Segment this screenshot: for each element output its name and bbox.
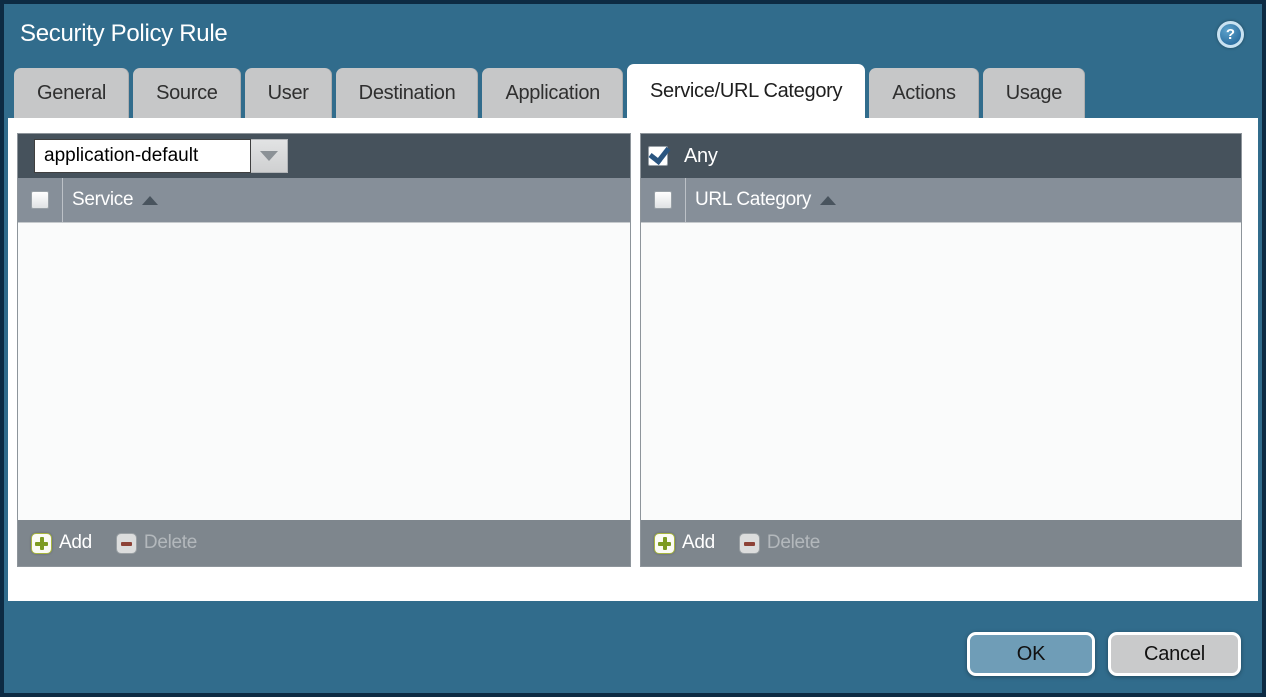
dialog-action-buttons: OK Cancel bbox=[967, 632, 1241, 676]
tab-bar: General Source User Destination Applicat… bbox=[14, 64, 1262, 118]
url-category-delete-label: Delete bbox=[767, 532, 820, 554]
service-column-header[interactable]: Service bbox=[72, 189, 158, 211]
url-category-add-button[interactable]: Add bbox=[654, 532, 715, 554]
service-panel: application-default Service bbox=[17, 133, 631, 567]
service-add-label: Add bbox=[59, 532, 92, 554]
url-category-select-all-cell bbox=[641, 178, 686, 222]
url-category-any-label: Any bbox=[684, 145, 718, 168]
tab-usage[interactable]: Usage bbox=[983, 68, 1085, 118]
service-table-header: Service bbox=[18, 178, 630, 223]
tab-application[interactable]: Application bbox=[482, 68, 623, 118]
url-category-panel: Any URL Category Add Delete bbox=[640, 133, 1242, 567]
service-type-dropdown-button[interactable] bbox=[251, 139, 288, 173]
minus-icon bbox=[116, 533, 137, 554]
service-delete-label: Delete bbox=[144, 532, 197, 554]
service-select-all-cell bbox=[18, 178, 63, 222]
service-select-all-checkbox[interactable] bbox=[31, 191, 49, 209]
service-type-dropdown[interactable]: application-default bbox=[34, 139, 288, 173]
tab-source[interactable]: Source bbox=[133, 68, 241, 118]
service-panel-header: application-default bbox=[18, 134, 630, 178]
url-category-delete-button[interactable]: Delete bbox=[739, 532, 820, 554]
url-category-add-label: Add bbox=[682, 532, 715, 554]
tab-actions[interactable]: Actions bbox=[869, 68, 979, 118]
minus-icon bbox=[739, 533, 760, 554]
service-column-header-label: Service bbox=[72, 189, 133, 211]
service-table-body[interactable] bbox=[18, 223, 630, 520]
url-category-column-header-label: URL Category bbox=[695, 189, 811, 211]
tab-user[interactable]: User bbox=[245, 68, 332, 118]
tab-service-url-category[interactable]: Service/URL Category bbox=[627, 64, 865, 118]
help-icon[interactable]: ? bbox=[1217, 21, 1244, 48]
page-title: Security Policy Rule bbox=[20, 20, 227, 48]
tab-general[interactable]: General bbox=[14, 68, 129, 118]
url-category-column-header[interactable]: URL Category bbox=[695, 189, 836, 211]
url-category-any-checkbox[interactable] bbox=[648, 146, 668, 166]
url-category-select-all-checkbox[interactable] bbox=[654, 191, 672, 209]
cancel-button[interactable]: Cancel bbox=[1108, 632, 1241, 676]
ok-button[interactable]: OK bbox=[967, 632, 1095, 676]
plus-icon bbox=[31, 533, 52, 554]
tab-destination[interactable]: Destination bbox=[336, 68, 479, 118]
url-category-table-header: URL Category bbox=[641, 178, 1241, 223]
chevron-down-icon bbox=[260, 151, 278, 161]
plus-icon bbox=[654, 533, 675, 554]
security-policy-rule-dialog: Security Policy Rule ? General Source Us… bbox=[0, 0, 1266, 697]
url-category-panel-header: Any bbox=[641, 134, 1241, 178]
service-panel-footer: Add Delete bbox=[18, 520, 630, 566]
url-category-panel-footer: Add Delete bbox=[641, 520, 1241, 566]
sort-ascending-icon bbox=[142, 196, 158, 205]
service-add-button[interactable]: Add bbox=[31, 532, 92, 554]
tab-content-service-url-category: application-default Service bbox=[8, 118, 1258, 601]
sort-ascending-icon bbox=[820, 196, 836, 205]
service-delete-button[interactable]: Delete bbox=[116, 532, 197, 554]
titlebar: Security Policy Rule ? bbox=[4, 4, 1262, 64]
url-category-table-body[interactable] bbox=[641, 223, 1241, 520]
service-type-dropdown-value: application-default bbox=[34, 139, 251, 173]
